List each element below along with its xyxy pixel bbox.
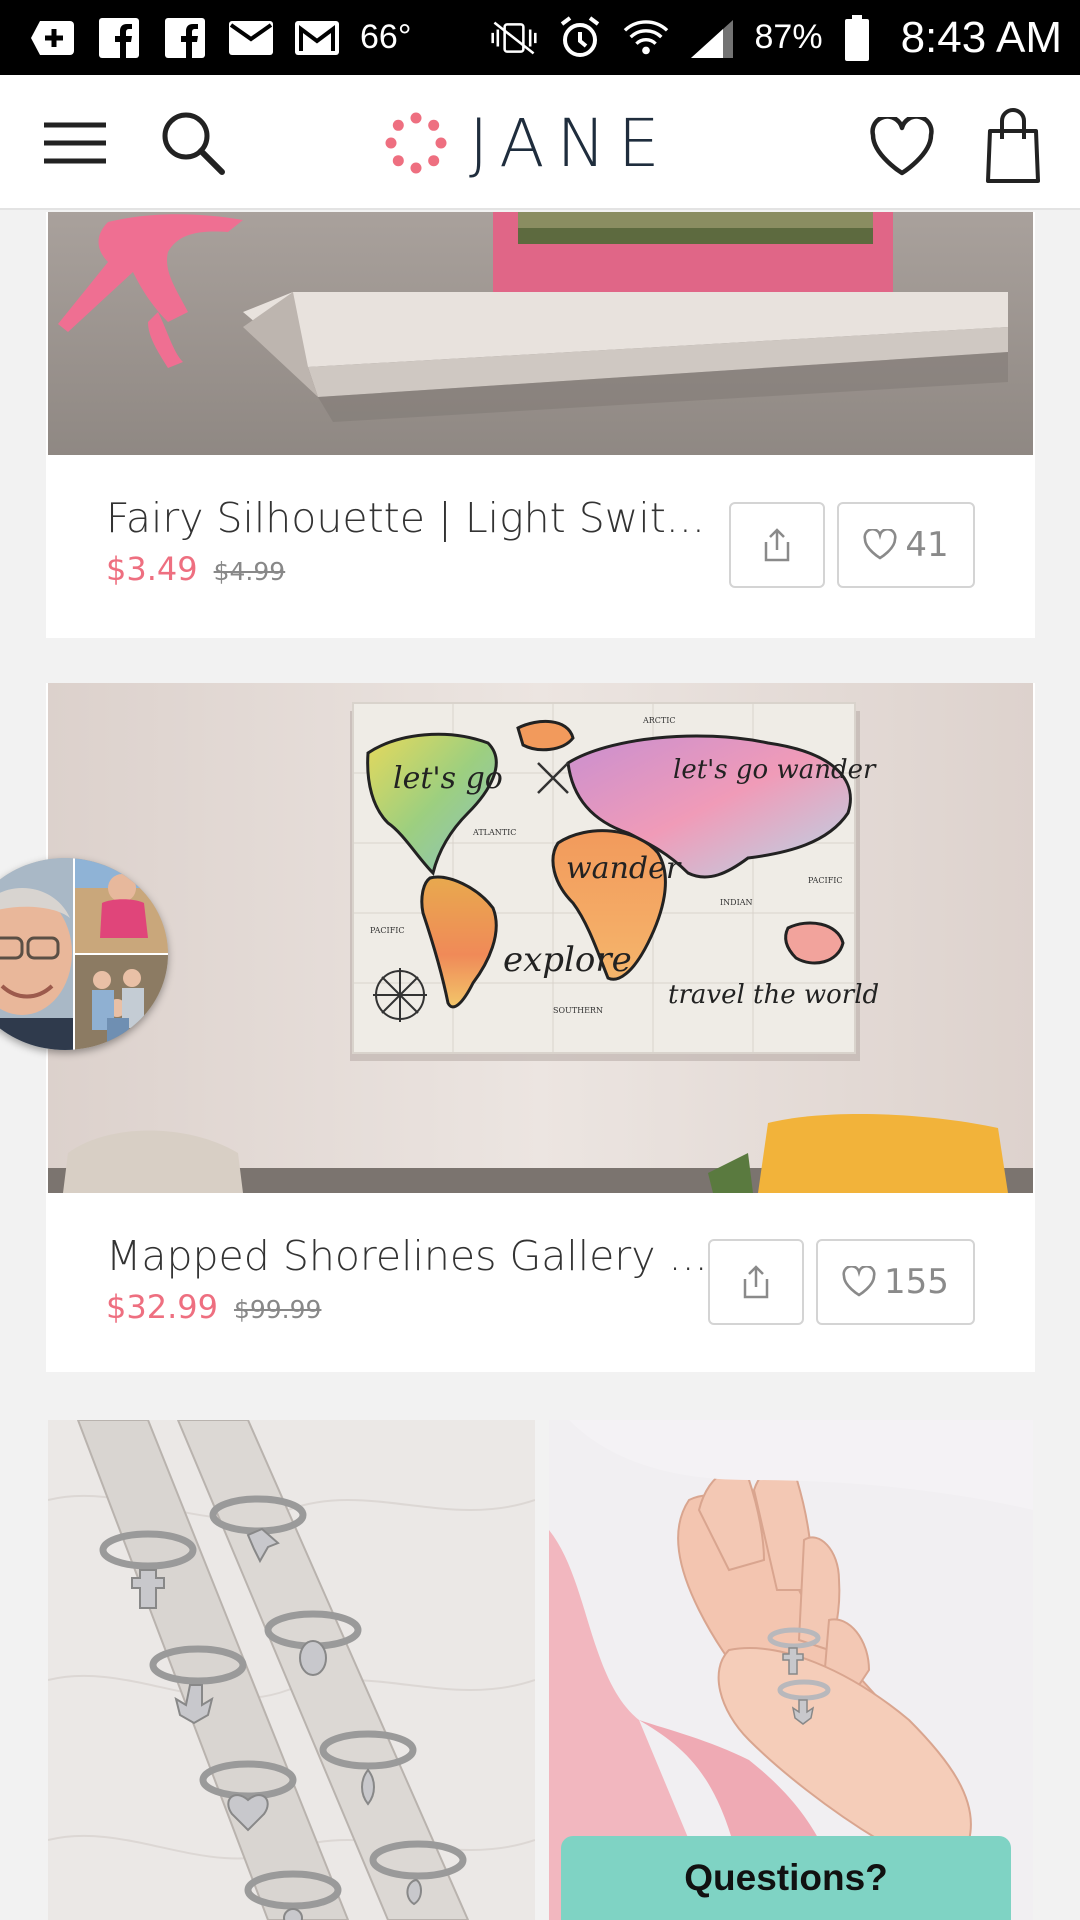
notification-icons: 66° [30,15,411,61]
product-image[interactable]: let's go let's go wander wander explore … [48,683,1033,1193]
map-art-text: wander [566,851,682,886]
wifi-icon [623,15,669,61]
battery-icon [843,14,871,61]
map-art-text: SOUTHERN [553,1006,603,1015]
map-art-text: let's go wander [673,755,877,785]
product-price: $32.99 $99.99 [106,1288,321,1326]
hamburger-icon [44,122,106,164]
app-header: JANE [0,75,1080,210]
gmail-icon [294,15,340,61]
product-image[interactable] [48,1420,535,1920]
search-button[interactable] [155,105,230,180]
wishlist-button[interactable] [865,113,939,181]
map-art-text: travel the world [668,980,879,1010]
clock: 8:43 AM [900,12,1062,62]
signal-icon [689,15,735,61]
battery-percent: 87% [754,18,823,56]
alarm-icon [557,15,603,61]
jane-logo[interactable]: JANE [385,104,672,182]
share-icon [743,1265,769,1299]
map-art-text: PACIFIC [808,876,843,885]
heart-icon [870,117,934,176]
map-art-text: PACIFIC [370,926,405,935]
map-art-text: ATLANTIC [472,828,516,837]
questions-button[interactable]: Questions? [561,1836,1011,1920]
facebook-icon [96,15,142,61]
cart-button[interactable] [985,105,1041,185]
temperature: 66° [360,18,412,56]
heart-icon [842,1266,876,1297]
map-art-text: let's go [393,761,503,796]
map-art-text: INDIAN [720,898,753,907]
product-price: $3.49 $4.99 [106,550,285,588]
original-price: $99.99 [233,1295,322,1324]
like-button[interactable]: 155 [816,1239,975,1325]
product-image[interactable] [48,212,1033,455]
product-info: Mapped Shorelines Gallery ... $32.99 $99… [46,1193,1035,1372]
mail-icon [228,15,274,61]
search-icon [162,112,225,175]
product-card[interactable]: let's go let's go wander wander explore … [46,683,1035,1372]
original-price: $4.99 [213,557,286,586]
heart-icon [863,529,897,560]
sale-price: $32.99 [106,1288,218,1326]
product-info: Fairy Silhouette | Light Swit... $3.49 $… [46,455,1035,638]
share-icon [764,528,790,562]
system-icons: 87% 8:43 AM [490,12,1062,63]
share-button[interactable] [708,1239,804,1325]
facebook-icon [162,15,208,61]
product-card[interactable]: Fairy Silhouette | Light Swit... $3.49 $… [46,212,1035,638]
product-title[interactable]: Fairy Silhouette | Light Swit... [106,494,705,542]
logo-text: JANE [469,104,672,182]
plus-icon [30,15,76,61]
share-button[interactable] [729,502,825,588]
menu-button[interactable] [40,108,110,178]
map-art-text: ARCTIC [642,716,676,725]
sale-price: $3.49 [106,550,198,588]
status-bar: 66° 87% 8:43 AM [0,0,1080,75]
like-button[interactable]: 41 [837,502,975,588]
like-count: 41 [905,525,949,565]
like-count: 155 [884,1262,949,1302]
map-art-text: explore [503,940,632,980]
product-title[interactable]: Mapped Shorelines Gallery ... [106,1232,708,1280]
shopping-bag-icon [986,108,1040,183]
logo-flower-icon [385,112,447,174]
silent-vibrate-icon [490,15,537,61]
